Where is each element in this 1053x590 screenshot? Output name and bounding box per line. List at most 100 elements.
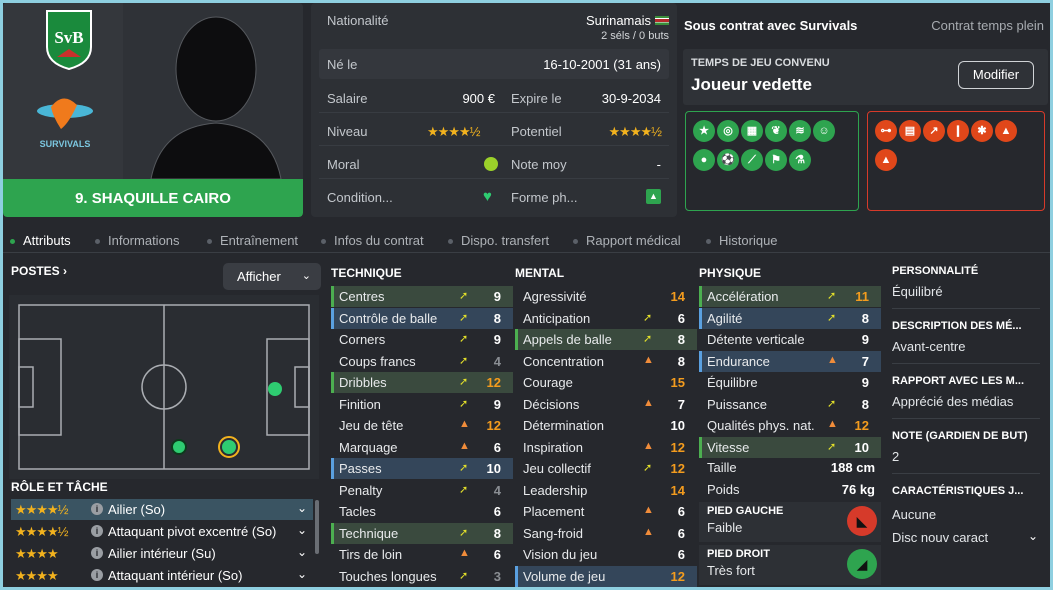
role-item[interactable]: ★★★★½ i Attaquant pivot excentré (So) ⌄ xyxy=(11,521,313,542)
divider xyxy=(892,308,1040,309)
roles-scrollbar[interactable] xyxy=(315,500,319,554)
technique-attribute-row[interactable]: Tirs de loin ▲ 6 xyxy=(331,544,513,565)
height-label: Taille xyxy=(707,460,737,475)
position-dot-selected[interactable] xyxy=(222,440,236,454)
smile-trait-icon[interactable]: ☺ xyxy=(813,120,835,142)
mental-attribute-row[interactable]: Jeu collectif ➚ 12 xyxy=(515,458,697,479)
injury-trait-icon[interactable]: ✱ xyxy=(971,120,993,142)
chevron-down-icon[interactable]: ⌄ xyxy=(297,523,307,537)
height-value: 188 cm xyxy=(830,460,875,475)
trend-up-icon: ➚ xyxy=(827,311,837,324)
chevron-down-icon[interactable]: ⌄ xyxy=(297,545,307,559)
suriname-flag-icon xyxy=(655,16,669,25)
info-icon[interactable]: i xyxy=(91,569,103,581)
technique-attribute-row[interactable]: Touches longues ➚ 3 xyxy=(331,566,513,587)
physique-attribute-row[interactable]: Vitesse ➚ 10 xyxy=(699,436,881,458)
role-item[interactable]: ★★★★ i Ailier intérieur (Su) ⌄ xyxy=(11,543,313,564)
physique-attribute-row[interactable]: Accélération ➚ 11 xyxy=(699,286,881,307)
target-trait-icon[interactable]: ◎ xyxy=(717,120,739,142)
morale-icon[interactable] xyxy=(484,157,498,171)
technique-attribute-row[interactable]: Tacles 6 xyxy=(331,501,513,522)
form-up-icon[interactable]: ▲ xyxy=(646,189,661,204)
tab-contract-info[interactable]: Infos du contrat xyxy=(321,233,424,248)
mental-attribute-row[interactable]: Appels de balle ➚ 8 xyxy=(515,329,697,350)
info-icon[interactable]: i xyxy=(91,503,103,515)
ball-trait-icon[interactable]: ⚽ xyxy=(717,149,739,171)
mental-attribute-row[interactable]: Anticipation ➚ 6 xyxy=(515,308,697,329)
tab-information[interactable]: Informations xyxy=(95,233,180,248)
positions-title[interactable]: POSTES › xyxy=(11,264,67,278)
technique-attribute-row[interactable]: Contrôle de balle ➚ 8 xyxy=(331,307,513,329)
tab-history[interactable]: Historique xyxy=(706,233,778,248)
technique-attribute-row[interactable]: Technique ➚ 8 xyxy=(331,522,513,544)
technique-attribute-row[interactable]: Passes ➚ 10 xyxy=(331,458,513,479)
physique-attribute-row[interactable]: Agilité ➚ 8 xyxy=(699,307,881,329)
physique-attribute-row[interactable]: Qualités phys. nat. ▲ 12 xyxy=(699,415,881,436)
chevron-down-icon[interactable]: ⌄ xyxy=(297,567,307,581)
mental-attribute-row[interactable]: Placement ▲ 6 xyxy=(515,501,697,522)
leaf-trait-icon[interactable]: ❦ xyxy=(765,120,787,142)
condition-row: Condition... ♥ Forme ph... ▲ xyxy=(319,182,669,212)
role-item[interactable]: ★★★★ i Attaquant intérieur (So) ⌄ xyxy=(11,565,313,586)
technique-attribute-row[interactable]: Dribbles ➚ 12 xyxy=(331,372,513,393)
mental-attribute-row[interactable]: Inspiration ▲ 12 xyxy=(515,437,697,458)
role-item[interactable]: ★★★★½ i Ailier (So) ⌄ xyxy=(11,499,313,520)
technique-attribute-row[interactable]: Penalty ➚ 4 xyxy=(331,480,513,501)
physique-attribute-row[interactable]: Puissance ➚ 8 xyxy=(699,394,881,415)
left-foot-label: PIED GAUCHE xyxy=(707,505,784,517)
wings-trait-icon[interactable]: ≋ xyxy=(789,120,811,142)
dumbbell-trait-icon[interactable]: ⊶ xyxy=(875,120,897,142)
mental-attribute-row[interactable]: Agressivité 14 xyxy=(515,286,697,307)
chevron-down-icon[interactable]: ⌄ xyxy=(297,501,307,515)
mental-attribute-row[interactable]: Courage 15 xyxy=(515,372,697,393)
foot-trait-icon[interactable]: ❙ xyxy=(947,120,969,142)
mental-attribute-row[interactable]: Décisions ▲ 7 xyxy=(515,394,697,415)
boot-trait-icon[interactable]: ⟋ xyxy=(741,149,763,171)
physique-attribute-row[interactable]: Endurance ▲ 7 xyxy=(699,350,881,372)
heart-icon[interactable]: ♥ xyxy=(483,188,492,205)
physique-attribute-row[interactable]: Équilibre 9 xyxy=(699,372,881,393)
show-dropdown[interactable]: Afficher ⌄ xyxy=(223,263,321,290)
star-trait-icon[interactable]: ★ xyxy=(693,120,715,142)
tab-training[interactable]: Entraînement xyxy=(207,233,298,248)
flask-trait-icon[interactable]: ⚗ xyxy=(789,149,811,171)
technique-attribute-row[interactable]: Corners ➚ 9 xyxy=(331,329,513,350)
info-icon[interactable]: i xyxy=(91,547,103,559)
mental-attribute-row[interactable]: Vision du jeu 6 xyxy=(515,544,697,565)
physique-attribute-row[interactable]: Détente verticale 9 xyxy=(699,329,881,350)
cone-trait-icon[interactable]: ▲ xyxy=(995,120,1017,142)
clipboard-trait-icon[interactable]: ▤ xyxy=(899,120,921,142)
mental-attribute-row[interactable]: Volume de jeu 12 xyxy=(515,565,697,587)
cone-gear-trait-icon[interactable]: ▲ xyxy=(875,149,897,171)
tab-attributes[interactable]: Attributs xyxy=(10,233,71,248)
flag-trait-icon[interactable]: ⚑ xyxy=(765,149,787,171)
media-value[interactable]: Apprécié des médias xyxy=(892,394,1013,409)
contract-title[interactable]: Sous contrat avec Survivals xyxy=(684,18,857,33)
mental-attribute-row[interactable]: Sang-froid ▲ 6 xyxy=(515,523,697,544)
modify-button[interactable]: Modifier xyxy=(958,61,1034,89)
position-dot-accomplished[interactable] xyxy=(171,439,187,455)
mental-attribute-row[interactable]: Concentration ▲ 8 xyxy=(515,351,697,372)
net-trait-icon[interactable]: ▦ xyxy=(741,120,763,142)
technique-attribute-name: Technique xyxy=(339,525,399,541)
info-icon[interactable]: i xyxy=(91,525,103,537)
technique-attribute-row[interactable]: Centres ➚ 9 xyxy=(331,286,513,307)
description-value: Avant-centre xyxy=(892,339,966,354)
mental-attribute-name: Agressivité xyxy=(523,289,587,304)
tab-medical[interactable]: Rapport médical xyxy=(573,233,681,248)
playtime-box: TEMPS DE JEU CONVENU Joueur vedette Modi… xyxy=(683,49,1048,105)
add-trait-dropdown[interactable]: Disc nouv caract ⌄ xyxy=(892,527,1042,549)
mental-attribute-row[interactable]: Leadership 14 xyxy=(515,480,697,501)
tab-transfer[interactable]: Dispo. transfert xyxy=(448,233,549,248)
position-dot-natural[interactable] xyxy=(268,382,282,396)
mental-attribute-row[interactable]: Détermination 10 xyxy=(515,415,697,436)
technique-attribute-row[interactable]: Coups francs ➚ 4 xyxy=(331,351,513,372)
technique-title: TECHNIQUE xyxy=(331,266,402,280)
technique-attribute-row[interactable]: Jeu de tête ▲ 12 xyxy=(331,415,513,436)
personality-value[interactable]: Équilibré xyxy=(892,284,943,299)
trend-trait-icon[interactable]: ↗ xyxy=(923,120,945,142)
technique-attribute-row[interactable]: Finition ➚ 9 xyxy=(331,394,513,415)
head-trait-icon[interactable]: ● xyxy=(693,149,715,171)
nationality-value[interactable]: Surinamais xyxy=(586,13,651,28)
technique-attribute-row[interactable]: Marquage ▲ 6 xyxy=(331,437,513,458)
